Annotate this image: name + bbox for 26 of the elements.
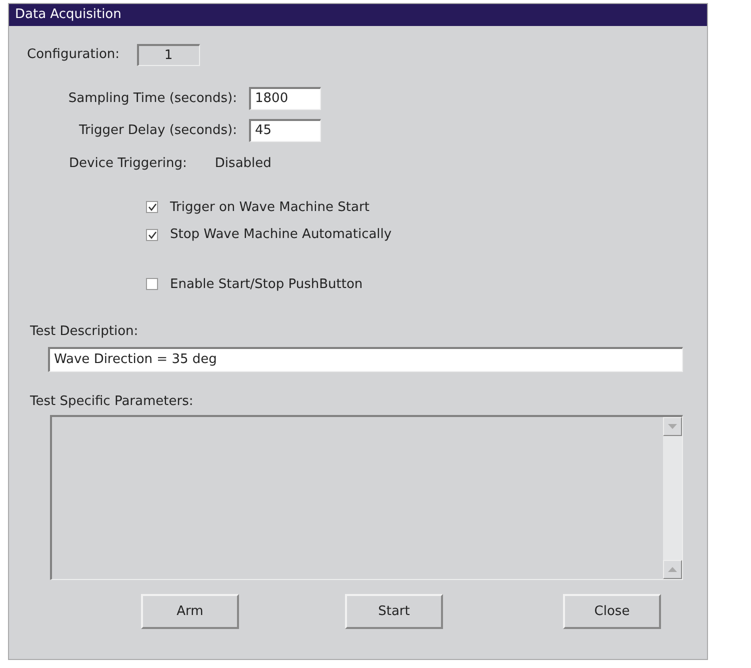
- down-arrow-icon: [668, 424, 677, 429]
- checkbox[interactable]: [146, 228, 158, 241]
- field-label: Sampling Time (seconds):: [67, 90, 238, 108]
- scrollbar[interactable]: [663, 417, 682, 579]
- dialog-button[interactable]: Start: [345, 594, 443, 629]
- up-arrow-icon: [668, 567, 677, 572]
- device-triggering-label: Device Triggering:: [69, 155, 187, 173]
- input-field[interactable]: 1800: [249, 87, 321, 110]
- field-label: Trigger Delay (seconds):: [78, 122, 238, 140]
- checkbox-label: Trigger on Wave Machine Start: [170, 198, 370, 216]
- dialog-button[interactable]: Close: [563, 594, 661, 629]
- checkbox-label: Enable Start/Stop PushButton: [170, 276, 363, 294]
- dialog-button[interactable]: Arm: [141, 594, 239, 629]
- device-triggering-value: Disabled: [214, 155, 272, 173]
- checkbox-label: Stop Wave Machine Automatically: [170, 226, 392, 244]
- scroll-down-button[interactable]: [663, 417, 682, 436]
- test-parameters-label: Test Specific Parameters:: [30, 392, 194, 410]
- scroll-up-button[interactable]: [663, 560, 682, 579]
- configuration-label: Configuration:: [27, 46, 120, 64]
- configuration-value: 1: [136, 44, 200, 66]
- input-field[interactable]: 45: [249, 119, 321, 142]
- checkbox[interactable]: [146, 278, 158, 290]
- test-description-label: Test Description:: [30, 323, 140, 341]
- test-description-field[interactable]: Wave Direction = 35 deg: [48, 346, 683, 372]
- checkbox[interactable]: [146, 201, 158, 214]
- window-title: Data Acquisition: [9, 4, 707, 26]
